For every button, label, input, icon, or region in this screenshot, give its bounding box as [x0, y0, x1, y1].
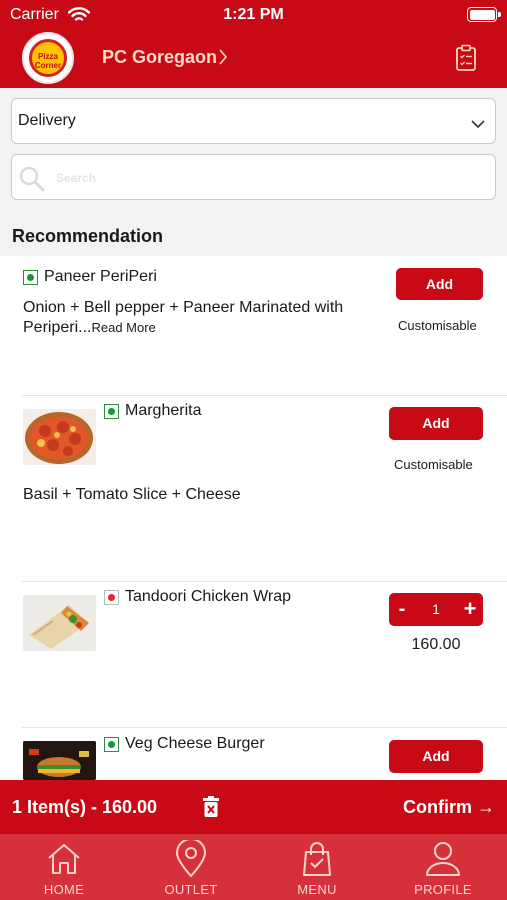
chevron-down-icon [471, 116, 485, 134]
cart-bar: 1 Item(s) - 160.00 Confirm → [0, 780, 507, 834]
item-name: Veg Cheese Burger [125, 735, 265, 752]
trash-icon[interactable] [202, 796, 220, 823]
shopping-bag-icon [303, 842, 331, 876]
logo-text: Pizza Corner [34, 52, 62, 70]
user-icon [426, 842, 460, 876]
item-name: Margherita [125, 402, 202, 419]
quantity-value: 1 [432, 601, 440, 617]
item-description-text: Onion + Bell pepper + Paneer Marinated w… [23, 299, 344, 336]
battery-icon [467, 7, 501, 22]
tab-menu[interactable]: MENU [267, 834, 367, 900]
status-bar: Carrier 1:21 PM [0, 0, 507, 30]
item-image-burger [23, 741, 96, 780]
order-type-select[interactable]: Delivery [11, 98, 496, 144]
confirm-button[interactable]: Confirm → [403, 797, 495, 818]
divider [22, 727, 507, 728]
search-placeholder: Search [56, 171, 97, 185]
clipboard-icon[interactable] [455, 44, 477, 77]
search-input[interactable]: Search [11, 154, 496, 200]
item-name: Tandoori Chicken Wrap [125, 588, 292, 605]
item-price: 160.00 [411, 636, 461, 653]
item-image-wrap [23, 595, 96, 651]
status-time: 1:21 PM [223, 6, 284, 23]
home-icon [48, 844, 80, 874]
quantity-stepper: - 1 + [389, 593, 483, 626]
section-title: Recommendation [12, 226, 164, 246]
tab-home[interactable]: HOME [14, 834, 114, 900]
veg-icon [104, 737, 119, 752]
read-more-link[interactable]: Read More [91, 320, 155, 335]
cart-summary: 1 Item(s) - 160.00 [12, 797, 158, 817]
tab-label: MENU [297, 882, 337, 897]
item-image-margherita [23, 409, 96, 465]
non-veg-icon [104, 590, 119, 605]
tab-bar: HOME OUTLET MENU PROFILE [0, 834, 507, 900]
decrease-button[interactable]: - [389, 593, 415, 626]
tab-label: PROFILE [414, 882, 472, 897]
item-description: Onion + Bell pepper + Paneer Marinated w… [23, 298, 353, 338]
customisable-label: Customisable [394, 457, 473, 472]
veg-icon [23, 270, 38, 285]
tab-profile[interactable]: PROFILE [393, 834, 493, 900]
item-name: Paneer PeriPeri [44, 268, 157, 285]
add-button[interactable]: Add [389, 740, 483, 773]
divider [22, 395, 507, 396]
tab-label: OUTLET [164, 882, 218, 897]
veg-icon [104, 404, 119, 419]
order-type-value: Delivery [18, 112, 76, 129]
tab-outlet[interactable]: OUTLET [141, 834, 241, 900]
add-button[interactable]: Add [396, 268, 483, 300]
tab-label: HOME [43, 882, 85, 897]
location-pin-icon [175, 840, 207, 878]
brand-logo[interactable]: Pizza Corner [22, 32, 74, 84]
outlet-name[interactable]: PC Goregaon [102, 47, 217, 68]
divider [22, 581, 507, 582]
chevron-right-icon[interactable] [218, 48, 228, 71]
increase-button[interactable]: + [457, 593, 483, 626]
customisable-label: Customisable [398, 318, 477, 333]
search-icon [18, 165, 48, 198]
item-description: Basil + Tomato Slice + Cheese [23, 486, 241, 503]
add-button[interactable]: Add [389, 407, 483, 440]
